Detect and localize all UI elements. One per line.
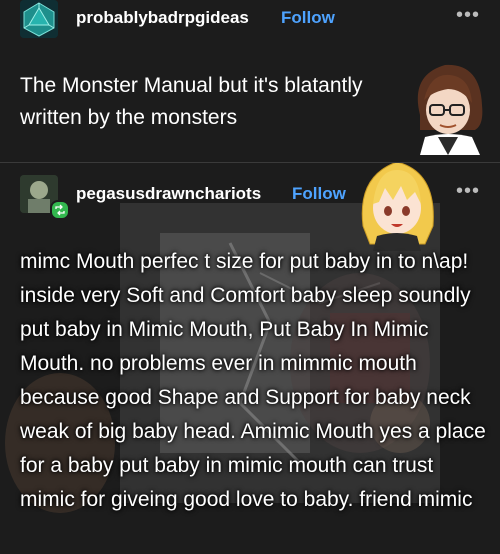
post2-more-icon[interactable]: ••• [456, 180, 480, 203]
reblog-area: pegasusdrawnchariots Follow ••• mimc Mou… [0, 163, 500, 554]
post2-body-text: mimc Mouth perfec t size for put baby in… [20, 250, 486, 511]
post1-username[interactable]: probablybadrpgideas [76, 8, 249, 28]
reblog-badge-icon [50, 200, 70, 220]
d20-avatar[interactable] [20, 0, 58, 38]
post2-username[interactable]: pegasusdrawnchariots [76, 184, 261, 204]
character-sticker-blonde [361, 163, 434, 251]
character-sticker-glasses [417, 64, 483, 155]
post1-more-icon[interactable]: ••• [456, 4, 480, 27]
post1-header: probablybadrpgideas Follow ••• [0, 0, 500, 38]
post1-follow-button[interactable]: Follow [281, 8, 335, 28]
post2-follow-button[interactable]: Follow [292, 184, 346, 204]
post1-body-text: The Monster Manual but it's blatantly wr… [20, 74, 363, 129]
d20-icon [20, 0, 58, 38]
